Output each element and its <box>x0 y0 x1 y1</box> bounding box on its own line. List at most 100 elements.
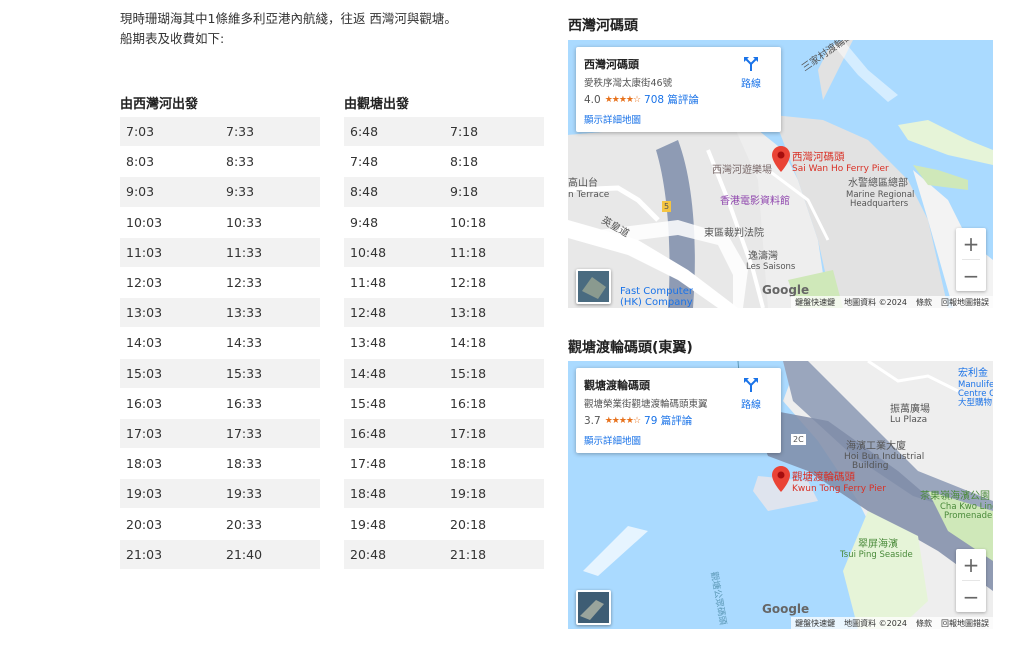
rating-value: 4.0 <box>584 93 601 106</box>
departure-time-cell-2: 20:18 <box>444 508 544 540</box>
map-label-pier-zh: 西灣河碼頭 <box>792 151 845 163</box>
departure-time-cell: 17:03 <box>120 418 220 450</box>
table-row: 19:03 19:33 <box>120 478 320 510</box>
table-row: 15:03 15:33 <box>120 358 320 389</box>
view-larger-map-link[interactable]: 顯示詳細地圖 <box>584 112 641 126</box>
directions-button[interactable]: 路線 <box>733 56 769 90</box>
departure-time-cell-2: 19:18 <box>444 478 544 510</box>
report-error-link[interactable]: 回報地圖錯誤 <box>941 618 989 629</box>
schedule-title-sai-wan-ho: 由西灣河出發 <box>120 97 199 112</box>
table-row: 6:48 7:18 <box>344 117 544 148</box>
table-row: 16:48 17:18 <box>344 418 544 450</box>
terms-link[interactable]: 條款 <box>916 297 932 308</box>
map-label-les-saisons-en: Les Saisons <box>746 262 796 272</box>
reviews-link[interactable]: 79 篇評論 <box>644 413 692 428</box>
zoom-out-button[interactable]: − <box>956 260 986 291</box>
schedule-table-kwun-tong: 6:48 7:18 7:48 8:18 8:48 9:18 9:48 10:18 10:48 11… <box>344 117 544 570</box>
zoom-out-button[interactable]: − <box>956 581 986 612</box>
departure-time-cell-2: 7:33 <box>220 117 320 148</box>
map-label-promenade-zh: 茶果嶺海濱公園 <box>920 491 990 502</box>
table-row: 11:48 12:18 <box>344 267 544 299</box>
table-row: 7:03 7:33 <box>120 117 320 148</box>
map-kwun-tong[interactable]: 觀塘渡輪碼頭 觀塘榮業街觀塘渡輪碼頭東翼 3.7 ★★★★☆ 79 篇評論 顯示… <box>568 361 993 629</box>
table-row: 18:03 18:33 <box>120 448 320 480</box>
map-label-pier-en: Sai Wan Ho Ferry Pier <box>792 164 889 174</box>
directions-label: 路線 <box>741 79 761 90</box>
departure-time-cell: 19:03 <box>120 478 220 510</box>
departure-time-cell: 15:48 <box>344 388 444 419</box>
satellite-thumbnail-icon <box>578 592 609 623</box>
departure-time-cell: 12:48 <box>344 297 444 329</box>
zoom-in-button[interactable]: + <box>956 549 986 580</box>
map-label-fast-computer-1: Fast Computer <box>620 286 693 297</box>
departure-time-cell: 18:03 <box>120 448 220 480</box>
table-row: 20:03 20:33 <box>120 508 320 540</box>
google-logo: Google <box>762 602 810 616</box>
departure-time-cell-2: 10:18 <box>444 207 544 238</box>
directions-label: 路線 <box>741 400 761 411</box>
schedule-title-kwun-tong: 由觀塘出發 <box>344 97 410 112</box>
place-card-kwun-tong: 觀塘渡輪碼頭 觀塘榮業街觀塘渡輪碼頭東翼 3.7 ★★★★☆ 79 篇評論 顯示… <box>576 368 781 453</box>
departure-time-cell: 16:03 <box>120 388 220 419</box>
departure-time-cell: 8:03 <box>120 146 220 178</box>
map-sai-wan-ho[interactable]: 西灣河碼頭 愛秩序灣太康街46號 4.0 ★★★★☆ 708 篇評論 顯示詳細地… <box>568 40 993 308</box>
departure-time-cell-2: 14:33 <box>220 327 320 359</box>
map-label-road-number: 5 <box>662 201 672 212</box>
departure-time-cell: 9:48 <box>344 207 444 238</box>
departure-time-cell-2: 13:33 <box>220 297 320 329</box>
satellite-toggle[interactable] <box>576 590 611 625</box>
departure-time-cell-2: 7:18 <box>444 117 544 148</box>
zoom-controls: + − <box>956 228 986 291</box>
directions-icon <box>744 378 758 392</box>
departure-time-cell: 20:03 <box>120 508 220 540</box>
departure-time-cell-2: 21:18 <box>444 539 544 570</box>
zoom-in-button[interactable]: + <box>956 228 986 259</box>
place-rating: 3.7 ★★★★☆ 79 篇評論 <box>584 413 692 428</box>
map-label-manulife-zh: 宏利金 <box>958 368 988 379</box>
map-label-lu-plaza-en: Lu Plaza <box>890 415 928 425</box>
view-larger-map-link[interactable]: 顯示詳細地圖 <box>584 433 641 447</box>
report-error-link[interactable]: 回報地圖錯誤 <box>941 297 989 308</box>
keyboard-shortcuts-link[interactable]: 鍵盤快速鍵 <box>795 297 835 308</box>
table-row: 11:03 11:33 <box>120 237 320 268</box>
intro-line-2: 船期表及收費如下: <box>120 31 225 46</box>
map-data-text: 地圖資料 ©2024 <box>844 297 907 307</box>
map-label-court: 東區裁判法院 <box>704 228 764 239</box>
departure-time-cell-2: 21:40 <box>220 539 320 570</box>
map-label-hoi-bun-zh: 海濱工業大廈 <box>846 441 906 452</box>
map-label-film-archive: 香港電影資料館 <box>720 196 790 207</box>
map-label-lu-plaza-zh: 振萬廣場 <box>890 404 930 415</box>
place-rating: 4.0 ★★★★☆ 708 篇評論 <box>584 92 699 107</box>
departure-time-cell-2: 11:18 <box>444 237 544 268</box>
table-row: 12:48 13:18 <box>344 297 544 329</box>
map-label-promenade-en-2: Promenade <box>944 511 993 521</box>
map-label-marine-zh: 水警總區總部 <box>848 178 908 189</box>
map-attribution: 鍵盤快速鍵 地圖資料 ©2024 條款 回報地圖錯誤 <box>791 296 993 308</box>
departure-time-cell: 15:03 <box>120 358 220 389</box>
google-logo: Google <box>762 283 810 297</box>
table-row: 8:48 9:18 <box>344 176 544 208</box>
reviews-link[interactable]: 708 篇評論 <box>644 92 699 107</box>
map-label-les-saisons-zh: 逸濤灣 <box>748 251 778 262</box>
schedule-table-sai-wan-ho: 7:03 7:33 8:03 8:33 9:03 9:33 10:03 10:33 11:03 1… <box>120 117 320 570</box>
map-label-terrace: n Terrace <box>568 190 610 200</box>
satellite-toggle[interactable] <box>576 269 611 304</box>
map-attribution: 鍵盤快速鍵 地圖資料 ©2024 條款 回報地圖錯誤 <box>791 617 993 629</box>
map-label-hoi-bun-en-2: Building <box>852 461 889 471</box>
departure-time-cell-2: 9:18 <box>444 176 544 208</box>
place-address: 觀塘榮業街觀塘渡輪碼頭東翼 <box>584 399 708 410</box>
terms-link[interactable]: 條款 <box>916 618 932 629</box>
table-row: 21:03 21:40 <box>120 539 320 570</box>
map-label-fast-computer-2: (HK) Company <box>620 297 693 308</box>
rating-stars-icon: ★★★★☆ <box>604 415 641 426</box>
departure-time-cell-2: 16:33 <box>220 388 320 419</box>
table-row: 16:03 16:33 <box>120 388 320 419</box>
table-row: 12:03 12:33 <box>120 267 320 299</box>
departure-time-cell-2: 18:18 <box>444 448 544 480</box>
map-label-pier-zh: 觀塘渡輪碼頭 <box>792 471 855 483</box>
zoom-controls: + − <box>956 549 986 612</box>
directions-button[interactable]: 路線 <box>733 377 769 411</box>
keyboard-shortcuts-link[interactable]: 鍵盤快速鍵 <box>795 618 835 629</box>
intro-text: 現時珊瑚海其中1條維多利亞港內航綫，往返 西灣河與觀塘。 船期表及收費如下: <box>120 9 457 49</box>
departure-time-cell: 12:03 <box>120 267 220 299</box>
